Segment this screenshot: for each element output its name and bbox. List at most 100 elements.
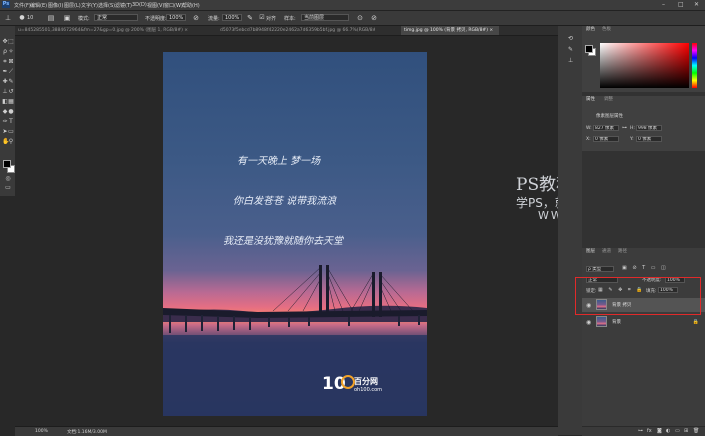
tab-adjustments[interactable]: 调整 (604, 97, 613, 103)
zoom-level: 100% (35, 429, 48, 434)
gradient-tool-icon[interactable]: ▦ (8, 99, 14, 105)
close-button[interactable]: ✕ (694, 1, 699, 8)
ruler-tool-icon[interactable]: ⟋ (8, 69, 14, 75)
mask-icon[interactable]: ◙ (657, 428, 662, 434)
tab-channels[interactable]: 通道 (602, 249, 611, 255)
frame-tool-icon[interactable]: ⊠ (8, 59, 14, 65)
dodge-tool-icon[interactable]: ● (8, 109, 14, 115)
menu-help[interactable]: 帮助(H) (182, 2, 200, 9)
quick-select-tool-icon[interactable]: ✧ (8, 49, 14, 55)
menu-view[interactable]: 视图(V) (147, 2, 164, 9)
menu-file[interactable]: 文件(F) (14, 2, 31, 9)
brush-preset-icon[interactable]: ● (18, 14, 26, 22)
type-tool-icon[interactable]: T (8, 119, 14, 125)
width-label: W: (586, 126, 592, 131)
menu-layer[interactable]: 图层(L) (64, 2, 81, 9)
shape-tool-icon[interactable]: ▭ (8, 129, 14, 135)
tab-color[interactable]: 颜色 (586, 27, 595, 33)
history-panel-icon[interactable]: ⟲ (568, 35, 573, 42)
y-label: Y: (630, 137, 634, 142)
align-label: 对齐 (266, 16, 277, 22)
tab-properties[interactable]: 属性 (586, 97, 595, 103)
menu-edit[interactable]: 编辑(E) (30, 2, 47, 9)
tab-layers[interactable]: 图层 (586, 249, 595, 255)
properties-panel: 属性 调整 像素图层属性 W: 827 像素 ⊶ H: 998 像素 X: 0 … (582, 96, 705, 151)
layer-filter-select[interactable]: ρ 类型 (586, 266, 614, 272)
properties-title: 像素图层属性 (596, 114, 623, 119)
menu-filter[interactable]: 滤镜(T) (115, 2, 132, 9)
menu-window[interactable]: 窗口(W) (164, 2, 183, 9)
layer-row-background[interactable]: ◉ 背景 🔒 (582, 315, 705, 329)
document-size: 文档:1.16M/3.00M (67, 430, 107, 435)
document-image[interactable]: 有一天晚上 梦一场 你白发苍苍 说带我流浪 我还是没犹豫就随你去天堂 (163, 52, 427, 416)
fx-icon[interactable]: fx (647, 428, 652, 434)
brush-settings-icon[interactable]: ▤ (47, 14, 55, 22)
minimize-button[interactable]: – (662, 1, 665, 8)
logo-subtext: oh100.com (354, 387, 383, 393)
document-tab-1[interactable]: u=845285501,3884672964&fm=27&gp=0.jpg @ … (15, 26, 193, 35)
pressure-size-icon[interactable]: ⊘ (370, 14, 378, 22)
sample-select[interactable]: 当前图层 (301, 14, 349, 21)
quick-mask-icon[interactable]: ◎ (5, 176, 11, 182)
layer-thumbnail (596, 316, 607, 327)
fg-swatch[interactable] (585, 45, 593, 53)
link-icon[interactable]: ⊶ (638, 428, 643, 434)
brush-tool-icon[interactable]: ✎ (8, 79, 14, 85)
tab-swatches[interactable]: 色板 (602, 27, 611, 33)
document-tab-3[interactable]: timg.jpg @ 100% (背景 拷贝, RGB/8#) × (401, 26, 499, 35)
toolbox: ✥ ⬚ ρ ✧ ⌗ ⊠ ✒ ⟋ ✚ ✎ ⊥ ↺ ◧ ▦ ◆ ● ✑ T ➤ ▭ … (0, 26, 16, 196)
maximize-button[interactable]: □ (678, 1, 684, 8)
pressure-opacity-icon[interactable]: ⊘ (192, 14, 200, 22)
hue-slider[interactable] (692, 43, 697, 88)
options-bar: ⊥ ● 10 ▤ ▣ 模式: 正常 不透明度: 100% ⊘ 流量: 100% … (0, 11, 705, 26)
align-checkbox[interactable]: ☑ (258, 14, 266, 22)
mode-select[interactable]: 正常 (94, 14, 138, 21)
color-picker-field[interactable] (600, 43, 689, 88)
document-tab-2[interactable]: d5073f5ebcd7b8948f42220e2462a7d6359b5bf.… (217, 26, 375, 35)
right-panel-dock: ⟲ ✎ ⊥ 颜色 色板 属性 调整 像素图层属性 W: 827 像素 ⊶ H: … (558, 26, 705, 436)
handwriting-line-3: 我还是没犹豫就随你去天堂 (223, 236, 343, 247)
clone-stamp-tool-icon[interactable]: ⊥ (4, 14, 12, 22)
zoom-tool-icon[interactable]: ⚲ (8, 139, 14, 145)
opacity-label: 不透明度: (145, 16, 167, 22)
tab-paths[interactable]: 路径 (618, 249, 627, 255)
layer-filter-icons[interactable]: ▣ ⊘ T ▭ ◫ (622, 265, 668, 271)
foreground-color-swatch[interactable] (3, 160, 11, 168)
opacity-input[interactable]: 100% (166, 14, 186, 21)
link-proportions-icon[interactable]: ⊶ (622, 125, 627, 131)
marquee-tool-icon[interactable]: ⬚ (8, 39, 14, 45)
brush-panel-icon[interactable]: ✎ (568, 46, 573, 53)
flow-label: 流量: (208, 16, 220, 22)
screen-mode-icon[interactable]: ▭ (5, 185, 11, 191)
new-layer-icon[interactable]: ⊞ (684, 428, 688, 434)
clone-source-panel-icon[interactable]: ⊥ (568, 57, 573, 64)
menu-bar: Ps 文件(F) 编辑(E) 图像(I) 图层(L) 文字(Y) 选择(S) 滤… (0, 0, 705, 11)
layer-name[interactable]: 背景 (612, 319, 621, 325)
lock-icon[interactable]: 🔒 (693, 319, 699, 325)
folder-icon[interactable]: ▭ (675, 428, 680, 434)
airbrush-icon[interactable]: ✎ (246, 14, 254, 22)
x-input[interactable]: 0 像素 (593, 136, 619, 142)
mode-label: 模式: (78, 16, 90, 22)
handwriting-line-1: 有一天晚上 梦一场 (237, 156, 321, 167)
clone-source-icon[interactable]: ▣ (63, 14, 71, 22)
flow-input[interactable]: 100% (222, 14, 242, 21)
history-brush-tool-icon[interactable]: ↺ (8, 89, 14, 95)
height-input[interactable]: 998 像素 (636, 125, 662, 131)
height-label: H: (630, 126, 635, 131)
handwriting-line-2: 你白发苍苍 说带我流浪 (233, 196, 337, 207)
ignore-adjustment-icon[interactable]: ⊙ (356, 14, 364, 22)
menu-type[interactable]: 文字(Y) (81, 2, 98, 9)
logo-text: 百分网 (354, 377, 378, 386)
adjust-icon[interactable]: ◐ (666, 428, 670, 434)
y-input[interactable]: 0 像素 (636, 136, 662, 142)
x-label: X: (586, 137, 591, 142)
trash-icon[interactable]: 🗑 (693, 428, 699, 434)
visibility-eye-icon[interactable]: ◉ (586, 319, 591, 326)
sample-label: 样本: (284, 16, 296, 22)
menu-3d[interactable]: 3D(D) (132, 2, 147, 8)
menu-select[interactable]: 选择(S) (98, 2, 115, 9)
menu-image[interactable]: 图像(I) (48, 2, 63, 9)
document-tab-bar: u=845285501,3884672964&fm=27&gp=0.jpg @ … (15, 26, 558, 36)
width-input[interactable]: 827 像素 (593, 125, 619, 131)
